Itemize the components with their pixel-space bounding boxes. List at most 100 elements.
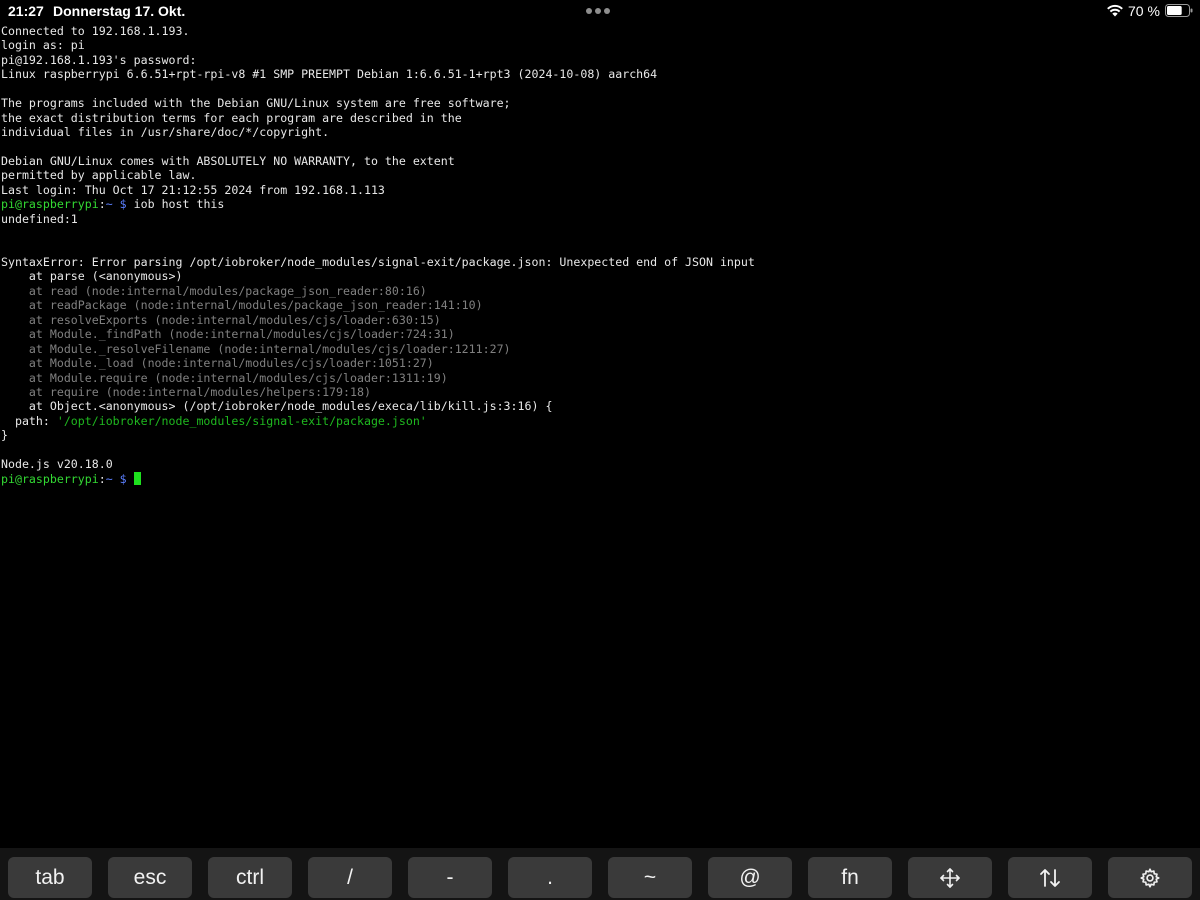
terminal-text: path: xyxy=(1,413,57,428)
terminal-line: path: '/opt/iobroker/node_modules/signal… xyxy=(1,414,1197,428)
terminal-line: } xyxy=(1,428,1197,442)
terminal-cursor xyxy=(133,471,141,485)
terminal-line: at readPackage (node:internal/modules/pa… xyxy=(1,298,1197,312)
terminal-text: iob host this xyxy=(126,197,225,212)
key-label: ~ xyxy=(643,865,657,889)
terminal-text: The programs included with the Debian GN… xyxy=(1,96,511,111)
prompt-user-host: pi@raspberrypi xyxy=(1,197,99,212)
terminal-line: at Module._resolveFilename (node:interna… xyxy=(1,342,1197,356)
terminal-text: individual files in /usr/share/doc/*/cop… xyxy=(1,125,330,140)
terminal-line: the exact distribution terms for each pr… xyxy=(1,111,1197,125)
gear-icon xyxy=(1139,867,1161,889)
dot-key[interactable]: . xyxy=(508,857,592,898)
terminal-line: pi@raspberrypi:~ $ iob host this xyxy=(1,197,1197,211)
terminal-text: pi@192.168.1.193's password: xyxy=(1,52,197,67)
key-label: - xyxy=(446,865,454,889)
terminal-line: login as: pi xyxy=(1,38,1197,52)
slash-key[interactable]: / xyxy=(308,857,392,898)
settings-key[interactable] xyxy=(1108,857,1192,898)
battery-percent: 70 % xyxy=(1128,3,1160,19)
terminal-text: Linux raspberrypi 6.6.51+rpt-rpi-v8 #1 S… xyxy=(1,67,658,82)
terminal-text: : xyxy=(98,471,106,486)
terminal-line: at parse (<anonymous>) xyxy=(1,269,1197,283)
tilde-key[interactable]: ~ xyxy=(608,857,692,898)
terminal-output[interactable]: Connected to 192.168.1.193. login as: pi p… xyxy=(1,24,1197,844)
key-label: @ xyxy=(739,865,761,889)
extra-keys-bar: tab esc ctrl / -. ~ @ fn xyxy=(0,848,1200,900)
move-key[interactable] xyxy=(908,857,992,898)
esc-key[interactable]: esc xyxy=(108,857,192,898)
terminal-text: Connected to 192.168.1.193. xyxy=(1,24,190,38)
terminal-text: the exact distribution terms for each pr… xyxy=(1,110,462,125)
terminal-text: at readPackage (node:internal/modules/pa… xyxy=(1,298,483,313)
key-label: tab xyxy=(35,865,65,889)
key-label: esc xyxy=(133,865,167,889)
terminal-text: at parse (<anonymous>) xyxy=(1,269,183,284)
terminal-line: at Module._findPath (node:internal/modul… xyxy=(1,327,1197,341)
terminal-text: login as: pi xyxy=(1,38,85,53)
terminal-line: pi@raspberrypi:~ $ xyxy=(1,471,1197,486)
terminal-line: Linux raspberrypi 6.6.51+rpt-rpi-v8 #1 S… xyxy=(1,67,1197,81)
prompt-user-host: pi@raspberrypi xyxy=(1,471,99,486)
terminal-text: at read (node:internal/modules/package_j… xyxy=(1,283,427,298)
status-time: 21:27 xyxy=(8,3,44,19)
terminal-text: } xyxy=(1,428,8,443)
terminal-text: Last login: Thu Oct 17 21:12:55 2024 fro… xyxy=(1,182,385,197)
terminal-line: Debian GNU/Linux comes with ABSOLUTELY N… xyxy=(1,154,1197,168)
wifi-icon xyxy=(1107,4,1123,17)
key-label: . xyxy=(547,865,553,889)
terminal-line: individual files in /usr/share/doc/*/cop… xyxy=(1,125,1197,139)
prompt-path: ~ $ xyxy=(105,471,127,486)
terminal-line: The programs included with the Debian GN… xyxy=(1,96,1197,110)
terminal-line: at Module._load (node:internal/modules/c… xyxy=(1,356,1197,370)
terminal-text: undefined:1 xyxy=(1,211,78,226)
dash-key[interactable]: - xyxy=(408,857,492,898)
status-date: Donnerstag 17. Okt. xyxy=(53,3,186,19)
terminal-text: at Module._resolveFilename (node:interna… xyxy=(1,341,511,356)
battery-icon xyxy=(1165,4,1193,17)
terminal-line: Node.js v20.18.0 xyxy=(1,457,1197,471)
multitasking-dots-icon[interactable] xyxy=(586,8,610,14)
terminal-line: at resolveExports (node:internal/modules… xyxy=(1,313,1197,327)
terminal-text: '/opt/iobroker/node_modules/signal-exit/… xyxy=(56,413,427,428)
terminal-line: SyntaxError: Error parsing /opt/iobroker… xyxy=(1,255,1197,269)
terminal-text: SyntaxError: Error parsing /opt/iobroker… xyxy=(1,255,755,269)
at-key[interactable]: @ xyxy=(708,857,792,898)
terminal-text: at Object.<anonymous> (/opt/iobroker/nod… xyxy=(1,399,553,414)
status-bar: 21:27 Donnerstag 17. Okt. 70 % xyxy=(0,0,1200,22)
move-arrows-icon xyxy=(939,867,961,889)
terminal-text: at resolveExports (node:internal/modules… xyxy=(1,312,441,327)
terminal-line: undefined:1 xyxy=(1,212,1197,226)
terminal-text: : xyxy=(98,197,106,212)
terminal-text: Node.js v20.18.0 xyxy=(1,457,113,472)
terminal-text: at Module.require (node:internal/modules… xyxy=(1,370,448,385)
terminal-line: at require (node:internal/modules/helper… xyxy=(1,385,1197,399)
terminal-line: at read (node:internal/modules/package_j… xyxy=(1,284,1197,298)
tab-key[interactable]: tab xyxy=(8,857,92,898)
prompt-path: ~ $ xyxy=(105,197,127,212)
terminal-text: permitted by applicable law. xyxy=(1,168,197,183)
terminal-line: at Module.require (node:internal/modules… xyxy=(1,371,1197,385)
key-label: / xyxy=(347,865,353,889)
terminal-line: permitted by applicable law. xyxy=(1,168,1197,182)
ctrl-key[interactable]: ctrl xyxy=(208,857,292,898)
terminal-text: at require (node:internal/modules/helper… xyxy=(1,384,371,399)
arrows-key[interactable] xyxy=(1008,857,1092,898)
fn-key[interactable]: fn xyxy=(808,857,892,898)
terminal-text: at Module._findPath (node:internal/modul… xyxy=(1,327,455,342)
key-label: ctrl xyxy=(236,865,264,889)
key-label: fn xyxy=(841,865,859,889)
up-down-arrows-icon xyxy=(1038,867,1062,889)
terminal-line: Last login: Thu Oct 17 21:12:55 2024 fro… xyxy=(1,183,1197,197)
terminal-line: at Object.<anonymous> (/opt/iobroker/nod… xyxy=(1,399,1197,413)
terminal-line: pi@192.168.1.193's password: xyxy=(1,53,1197,67)
terminal-text: at Module._load (node:internal/modules/c… xyxy=(1,356,434,371)
terminal-line: Connected to 192.168.1.193. xyxy=(1,24,1197,38)
terminal-text: Debian GNU/Linux comes with ABSOLUTELY N… xyxy=(1,153,455,168)
